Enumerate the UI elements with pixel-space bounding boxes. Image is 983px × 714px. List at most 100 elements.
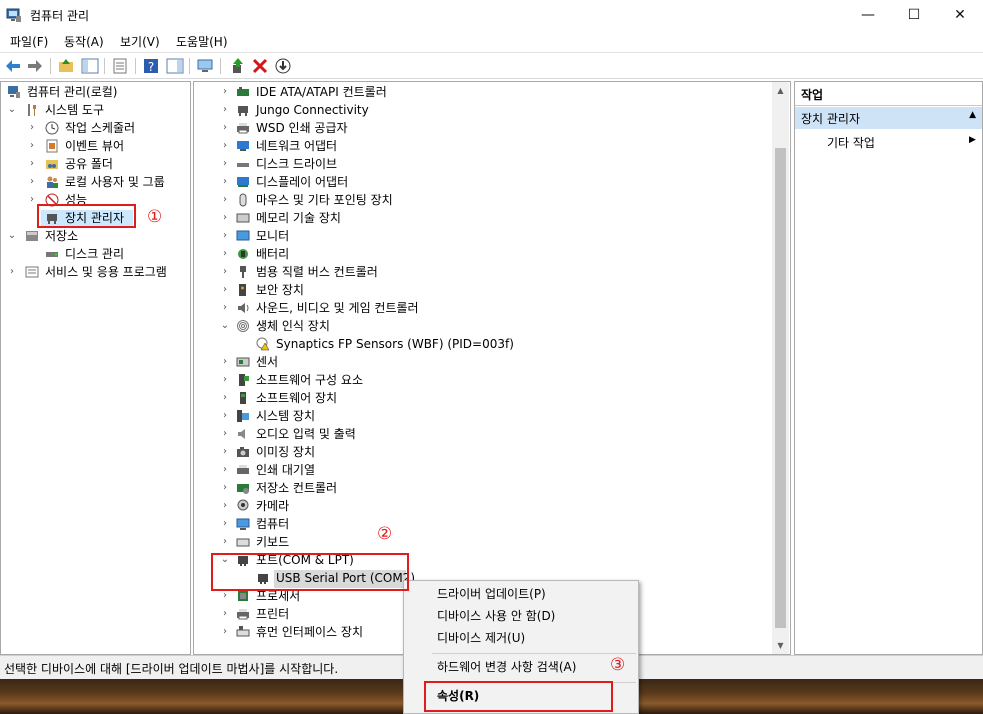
mouse-icon — [239, 193, 247, 207]
chevron-right-icon[interactable]: › — [220, 83, 230, 101]
collapse-up-icon[interactable]: ▲ — [969, 110, 976, 120]
chevron-right-icon[interactable]: › — [220, 461, 230, 479]
window-title: 컴퓨터 관리 — [30, 9, 90, 23]
menu-scan-hardware-changes[interactable]: 하드웨어 변경 사항 검색(A) — [437, 657, 576, 677]
scroll-up-icon[interactable]: ▲ — [772, 82, 789, 99]
device-label: WSD 인쇄 공급자 — [256, 121, 348, 135]
device-label: 저장소 컨트롤러 — [256, 481, 338, 495]
device-label: 보안 장치 — [256, 283, 304, 297]
device-label: 메모리 기술 장치 — [256, 211, 341, 225]
chevron-right-icon[interactable]: › — [220, 209, 230, 227]
device-label: 네트워크 어댑터 — [256, 139, 338, 153]
tree-item-label: 시스템 도구 — [45, 103, 105, 117]
title-bar: 컴퓨터 관리 — ☐ ✕ — [0, 0, 983, 30]
minimize-button[interactable]: — — [845, 0, 891, 30]
chevron-right-icon[interactable]: › — [27, 119, 37, 137]
sound-icon — [238, 303, 249, 313]
svg-text:?: ? — [148, 60, 154, 74]
chevron-right-icon[interactable]: › — [220, 497, 230, 515]
forward-arrow-icon[interactable] — [26, 57, 44, 75]
chevron-right-icon[interactable]: › — [220, 281, 230, 299]
vertical-scrollbar[interactable]: ▲ ▼ — [772, 82, 789, 654]
chevron-right-icon[interactable]: › — [220, 353, 230, 371]
chevron-right-icon[interactable]: › — [220, 515, 230, 533]
show-action-pane-icon[interactable] — [166, 57, 184, 75]
chevron-right-icon[interactable]: › — [220, 425, 230, 443]
chevron-right-icon[interactable]: › — [220, 227, 230, 245]
chevron-right-icon[interactable]: › — [220, 443, 230, 461]
menu-disable-device[interactable]: 디바이스 사용 안 함(D) — [437, 606, 555, 626]
tree-item-label: 저장소 — [45, 229, 79, 243]
menu-uninstall-device[interactable]: 디바이스 제거(U) — [437, 628, 525, 648]
chevron-down-icon[interactable]: ⌄ — [220, 317, 230, 335]
software-component-icon — [239, 374, 249, 386]
actions-pane: 작업 장치 관리자 ▲ 기타 작업 ▶ — [794, 81, 983, 655]
chevron-right-icon[interactable]: › — [7, 263, 17, 281]
up-folder-icon[interactable] — [57, 57, 75, 75]
device-label: 디스크 드라이브 — [256, 157, 338, 171]
chevron-right-icon[interactable]: › — [220, 119, 230, 137]
hid-icon — [236, 626, 250, 637]
chevron-right-icon[interactable]: › — [220, 137, 230, 155]
actions-header: 작업 — [795, 82, 982, 106]
chevron-right-icon[interactable]: › — [220, 623, 230, 641]
chevron-right-icon[interactable]: › — [220, 155, 230, 173]
show-hide-tree-icon[interactable] — [81, 57, 99, 75]
device-label: 오디오 입력 및 출력 — [256, 427, 356, 441]
tree-item-label: 이벤트 뷰어 — [65, 139, 125, 153]
chevron-right-icon[interactable]: › — [220, 173, 230, 191]
chevron-right-icon[interactable]: › — [220, 263, 230, 281]
software-device-icon — [240, 392, 246, 404]
chevron-right-icon[interactable]: › — [220, 101, 230, 119]
computer-icon — [236, 518, 250, 530]
menu-update-driver[interactable]: 드라이버 업데이트(P) — [437, 584, 546, 604]
security-device-icon — [239, 284, 246, 296]
maximize-button[interactable]: ☐ — [891, 0, 937, 30]
chevron-right-icon[interactable]: › — [220, 389, 230, 407]
help-icon[interactable]: ? — [142, 57, 160, 75]
chevron-right-icon[interactable]: › — [27, 191, 37, 209]
monitor-scan-icon[interactable] — [196, 57, 214, 75]
chevron-right-icon[interactable]: › — [220, 605, 230, 623]
display-adapter-icon — [237, 177, 249, 187]
chevron-right-icon[interactable]: › — [220, 407, 230, 425]
back-arrow-icon[interactable] — [4, 57, 22, 75]
chevron-right-icon[interactable]: › — [27, 155, 37, 173]
chevron-down-icon[interactable]: ⌄ — [7, 227, 17, 245]
device-label: 프린터 — [256, 607, 290, 621]
device-label: 키보드 — [256, 535, 290, 549]
menu-view[interactable]: 보기(V) — [120, 33, 160, 50]
ide-controller-icon — [237, 87, 249, 96]
device-label: 모니터 — [256, 229, 290, 243]
download-circle-icon[interactable] — [274, 57, 292, 75]
keyboard-icon — [236, 538, 250, 547]
menu-action[interactable]: 동작(A) — [64, 33, 104, 50]
toolbar-divider — [220, 58, 221, 74]
chevron-right-icon[interactable]: › — [220, 479, 230, 497]
scroll-down-icon[interactable]: ▼ — [772, 637, 789, 654]
chevron-right-icon[interactable]: › — [220, 245, 230, 263]
actions-section-device-manager[interactable]: 장치 관리자 ▲ — [795, 107, 982, 129]
chevron-right-icon[interactable]: › — [220, 191, 230, 209]
uninstall-x-icon[interactable] — [251, 57, 269, 75]
device-label: Jungo Connectivity — [256, 103, 369, 117]
properties-sheet-icon[interactable] — [111, 57, 129, 75]
menu-help[interactable]: 도움말(H) — [176, 33, 228, 50]
chevron-right-icon[interactable]: › — [27, 173, 37, 191]
camera-icon — [237, 447, 249, 457]
update-driver-icon[interactable] — [229, 57, 247, 75]
device-label: 소프트웨어 장치 — [256, 391, 338, 405]
chevron-right-icon[interactable]: › — [220, 371, 230, 389]
scrollbar-thumb[interactable] — [775, 148, 786, 628]
submenu-arrow-icon[interactable]: ▶ — [969, 135, 976, 145]
chevron-right-icon[interactable]: › — [220, 299, 230, 317]
chevron-right-icon[interactable]: › — [27, 137, 37, 155]
menu-file[interactable]: 파일(F) — [10, 33, 48, 50]
actions-more-actions[interactable]: 기타 작업 — [827, 134, 875, 151]
tree-item-label: 서비스 및 응용 프로그램 — [45, 265, 167, 279]
toolbar-divider — [135, 58, 136, 74]
chevron-down-icon[interactable]: ⌄ — [7, 101, 17, 119]
chevron-right-icon[interactable]: › — [220, 533, 230, 551]
close-button[interactable]: ✕ — [937, 0, 983, 30]
processor-icon — [238, 591, 248, 601]
